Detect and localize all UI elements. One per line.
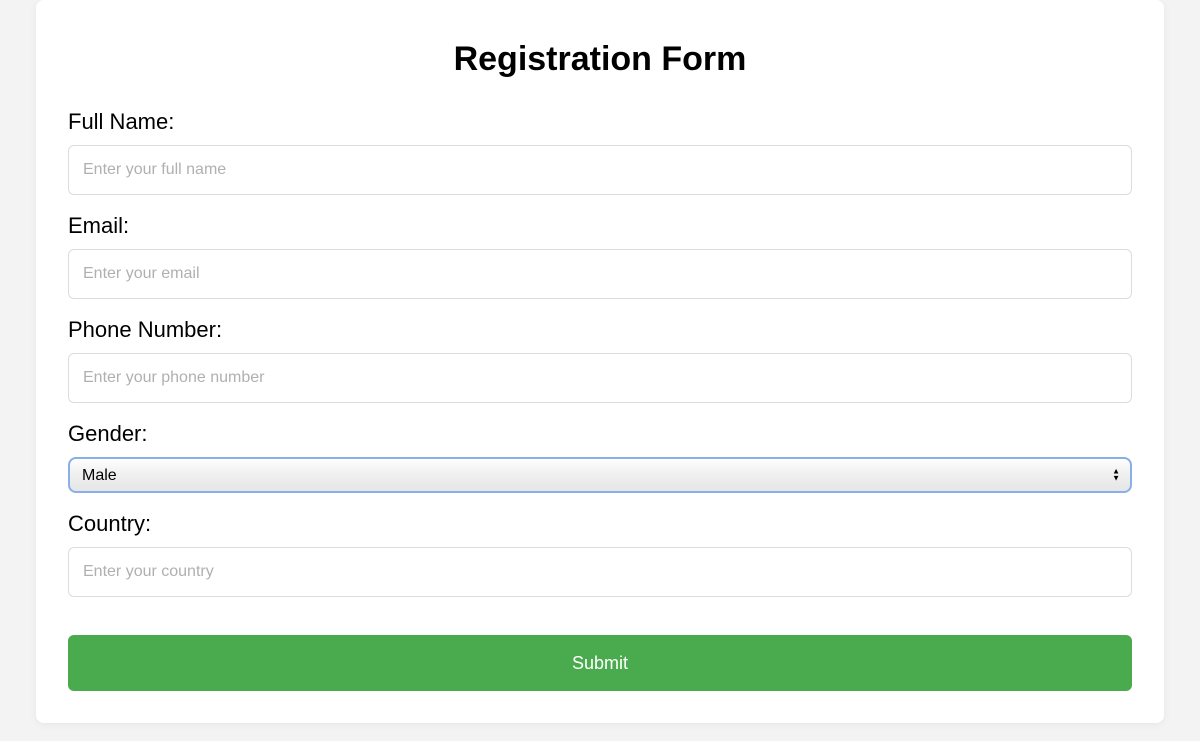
country-input[interactable] [68, 547, 1132, 597]
email-input[interactable] [68, 249, 1132, 299]
gender-group: Gender: MaleFemaleOther ▲ ▼ [68, 421, 1132, 493]
phone-label: Phone Number: [68, 317, 1132, 343]
fullname-label: Full Name: [68, 109, 1132, 135]
page-title: Registration Form [68, 40, 1132, 79]
submit-button[interactable]: Submit [68, 635, 1132, 691]
email-label: Email: [68, 213, 1132, 239]
phone-input[interactable] [68, 353, 1132, 403]
gender-label: Gender: [68, 421, 1132, 447]
registration-card: Registration Form Full Name: Email: Phon… [36, 0, 1164, 723]
phone-group: Phone Number: [68, 317, 1132, 403]
fullname-input[interactable] [68, 145, 1132, 195]
country-group: Country: [68, 511, 1132, 597]
gender-select-wrap: MaleFemaleOther ▲ ▼ [68, 457, 1132, 493]
email-group: Email: [68, 213, 1132, 299]
country-label: Country: [68, 511, 1132, 537]
gender-select[interactable]: MaleFemaleOther [68, 457, 1132, 493]
fullname-group: Full Name: [68, 109, 1132, 195]
